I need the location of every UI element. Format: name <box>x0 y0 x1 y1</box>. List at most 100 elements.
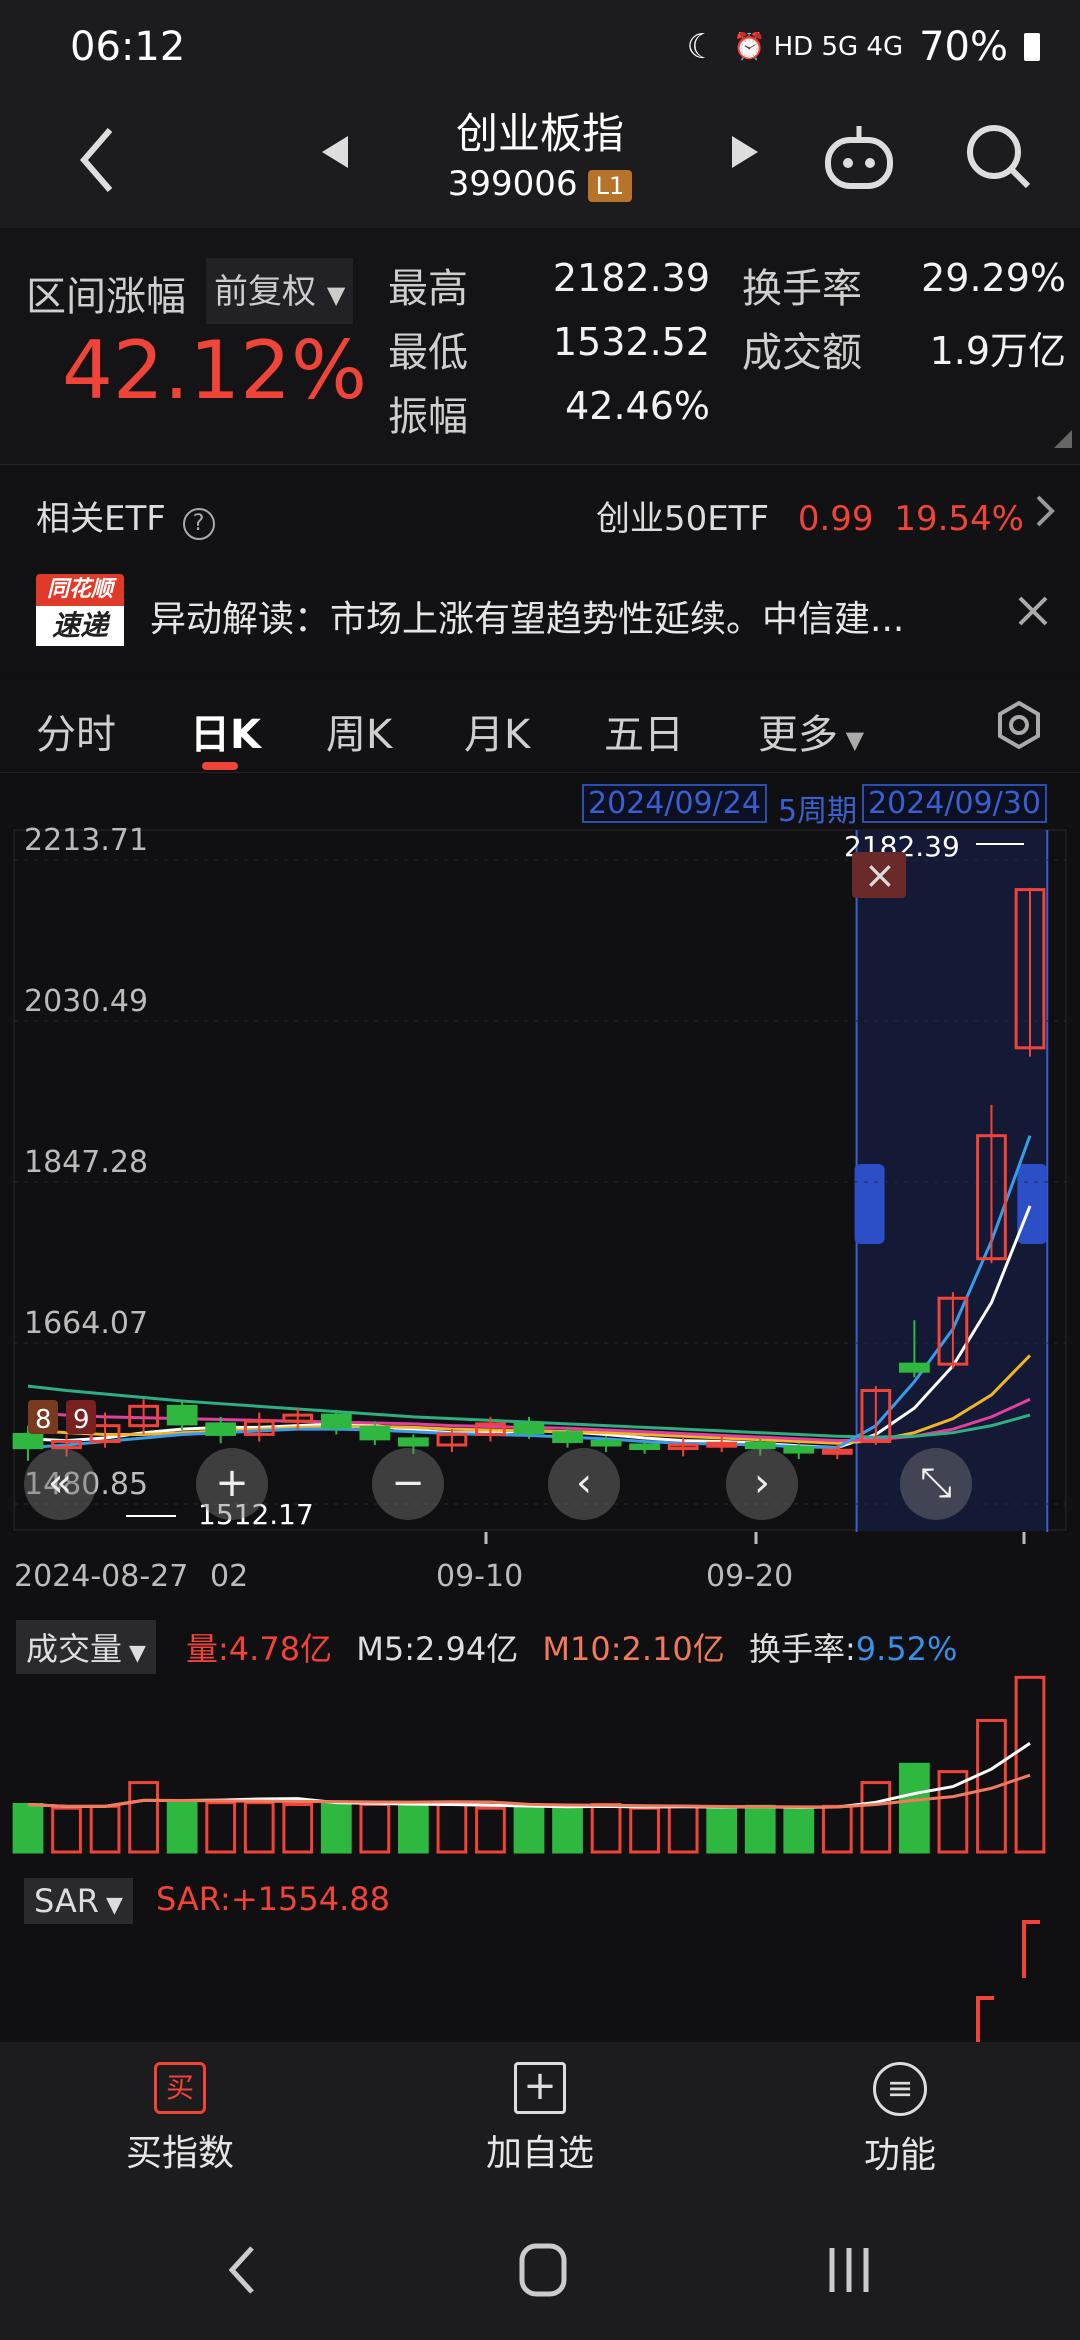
x-tick-label: 09-10 <box>436 1559 523 1594</box>
volume-bar <box>282 1803 314 1854</box>
caret-down-icon: ▼ <box>326 281 346 309</box>
sar-step-lower <box>976 1996 994 2042</box>
chart-control-icon: ⤡ <box>920 1460 952 1506</box>
candle-body <box>590 1439 622 1447</box>
volume-bar <box>590 1803 622 1854</box>
tab-intraday[interactable]: 分时 <box>36 702 116 760</box>
chart-control-icon: + <box>215 1460 249 1506</box>
stats-panel: 区间涨幅 前复权 ▼ 42.12% 最高 2182.39 最低 1532.52 … <box>0 228 1080 464</box>
volume-bar <box>513 1804 545 1854</box>
tab-daily-k[interactable]: 日K <box>190 702 261 760</box>
volume-bar <box>243 1801 275 1854</box>
buy-icon: 买 <box>154 2062 206 2114</box>
next-index-icon[interactable] <box>728 132 762 176</box>
kline-svg[interactable]: 2213.712030.491847.281664.071480.852182.… <box>0 772 1080 1612</box>
etf-price: 0.99 <box>797 499 874 539</box>
candle-body <box>398 1437 429 1447</box>
amplitude-label: 振幅 <box>388 394 468 440</box>
logo-bottom: 速递 <box>36 606 124 646</box>
robot-icon[interactable] <box>822 120 896 198</box>
candle-body <box>706 1441 738 1448</box>
candle-body <box>899 1362 930 1373</box>
candle-body <box>513 1422 545 1435</box>
sar-step-upper <box>1022 1920 1040 1978</box>
menu-icon: ≡ <box>873 2062 927 2116</box>
news-text: 异动解读：市场上涨有望趋势性延续。中信建... <box>150 599 905 640</box>
ma-badge-label: 8 <box>35 1405 52 1435</box>
volume-bar <box>398 1804 429 1854</box>
tab-weekly-k[interactable]: 周K <box>326 702 392 760</box>
volume-svg <box>12 1675 1046 1854</box>
active-tab-indicator <box>202 762 238 770</box>
range-close-icon: × <box>864 853 896 897</box>
etf-label: 相关ETF ? <box>36 491 215 540</box>
kline-chart[interactable]: 2213.712030.491847.281664.071480.852182.… <box>0 772 1080 1612</box>
high-value: 2182.39 <box>552 256 710 300</box>
chart-control-icon: − <box>391 1460 425 1506</box>
add-icon: + <box>514 2062 566 2114</box>
close-icon[interactable] <box>1016 594 1050 632</box>
moon-icon: ☾ <box>686 27 717 67</box>
index-code: 399006 L1 <box>0 164 1080 204</box>
volume-bar <box>166 1799 198 1854</box>
tab-more[interactable]: 更多 ▼ <box>758 702 864 760</box>
index-title: 创业板指 <box>455 109 624 158</box>
buy-index-button[interactable]: 买 买指数 <box>80 2062 280 2176</box>
volume-bar <box>667 1804 699 1854</box>
nav-back-icon[interactable] <box>222 2240 262 2304</box>
volume-bar <box>783 1806 815 1854</box>
candle-body <box>359 1425 391 1441</box>
tab-monthly-k[interactable]: 月K <box>464 702 530 760</box>
etf-info: 创业50ETF 0.99 19.54% <box>596 491 1024 540</box>
news-banner[interactable]: 同花顺 速递 异动解读：市场上涨有望趋势性延续。中信建... <box>0 560 1080 672</box>
range-end-date: 2024/09/30 <box>862 784 1047 823</box>
period-tabs: 分时 日K 周K 月K 五日 更多 ▼ <box>0 680 1080 773</box>
etf-name: 创业50ETF <box>595 499 770 539</box>
turnover-label: 换手率 <box>742 266 862 312</box>
nav-home-icon[interactable] <box>518 2242 568 2302</box>
status-time: 06:12 <box>70 24 186 70</box>
system-nav-bar <box>0 2202 1080 2340</box>
candle-body <box>783 1446 815 1454</box>
candle-body <box>821 1448 853 1455</box>
y-tick-label: 2030.49 <box>24 984 148 1019</box>
x-tick-label: 02 <box>210 1559 248 1594</box>
help-icon[interactable]: ? <box>182 508 215 540</box>
nav-recents-icon[interactable] <box>824 2244 874 2300</box>
candle-body <box>552 1431 583 1443</box>
search-icon[interactable] <box>962 120 1036 198</box>
sar-svg <box>976 1920 1040 2042</box>
settings-icon[interactable] <box>994 700 1044 754</box>
volume-bar <box>89 1804 121 1854</box>
volume-bar <box>629 1806 660 1854</box>
bottom-action-bar: 买 买指数 + 加自选 ≡ 功能 <box>0 2042 1080 2202</box>
x-tick-label: 2024-08-27 <box>14 1559 188 1594</box>
range-start-date: 2024/09/24 <box>582 784 767 823</box>
range-change-value: 42.12% <box>62 324 368 417</box>
add-watchlist-button[interactable]: + 加自选 <box>440 2062 640 2176</box>
functions-label: 功能 <box>863 2135 936 2176</box>
range-period: 5周期 <box>778 794 858 829</box>
volume-bar <box>899 1762 930 1854</box>
amount-label: 成交额 <box>742 330 862 376</box>
network-icons: ⏰ HD 5G 4G <box>732 32 904 62</box>
range-right-handle <box>1017 1164 1048 1244</box>
adjust-dropdown[interactable]: 前复权 ▼ <box>206 258 354 324</box>
volume-m5-line <box>27 1742 1031 1809</box>
range-left-handle <box>854 1164 885 1244</box>
high-label: 最高 <box>388 266 468 312</box>
volume-bar <box>320 1801 352 1854</box>
etf-pct: 19.54% <box>894 499 1024 539</box>
related-etf-row[interactable]: 相关ETF ? 创业50ETF 0.99 19.54% <box>0 464 1080 561</box>
expand-corner-icon[interactable] <box>1054 430 1072 452</box>
tab-more-label: 更多 <box>758 712 838 758</box>
volume-panel[interactable]: 成交量 ▼ 量:4.78亿 M5:2.94亿 M10:2.10亿 换手率:9.5… <box>0 1612 1080 1862</box>
chart-control-icon: ‹ <box>576 1460 592 1506</box>
volume-bar <box>552 1806 583 1854</box>
functions-button[interactable]: ≡ 功能 <box>800 2062 1000 2178</box>
etf-label-text: 相关ETF <box>36 499 166 539</box>
candle-body <box>744 1441 776 1450</box>
logo-top: 同花顺 <box>36 574 124 606</box>
tab-five-day[interactable]: 五日 <box>604 702 684 760</box>
sar-panel[interactable]: SAR ▼ SAR:+1554.88 <box>0 1862 1080 2042</box>
